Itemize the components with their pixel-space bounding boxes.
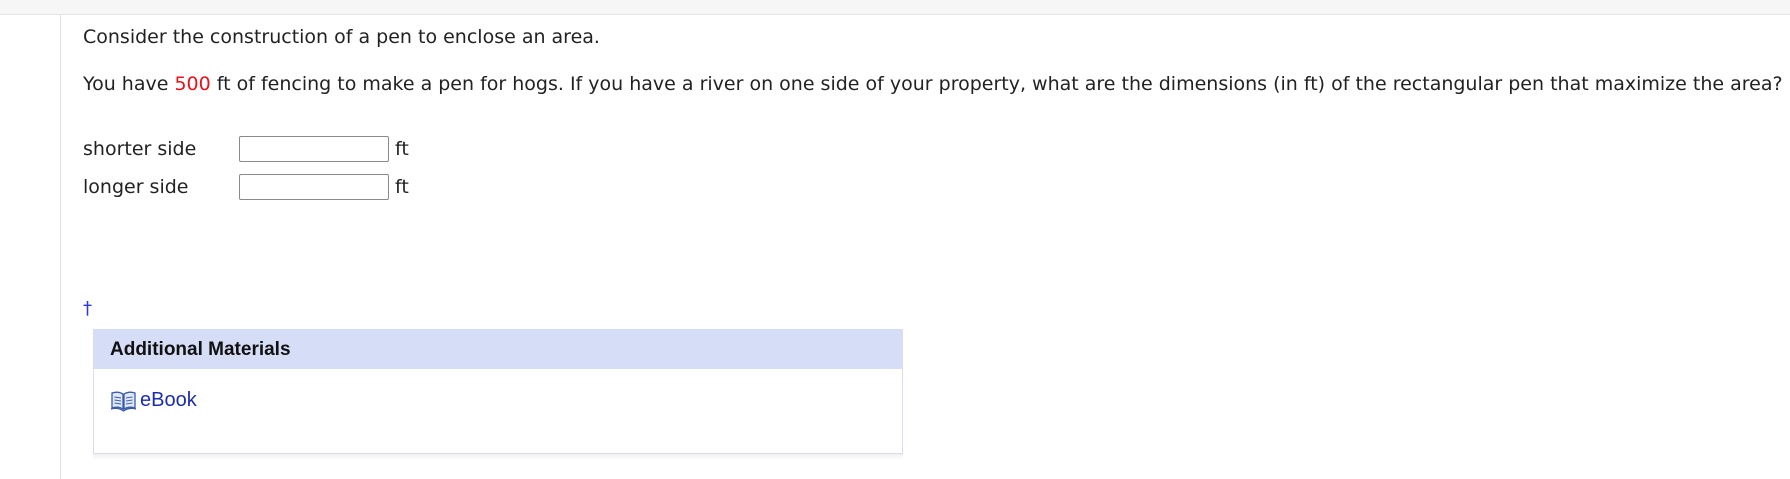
additional-materials-header: Additional Materials (94, 330, 902, 369)
question-text-before: You have (83, 73, 175, 95)
footnote-marker[interactable]: † (83, 295, 92, 322)
question-text-after: ft of fencing to make a pen for hogs. If… (210, 73, 1783, 95)
fencing-amount-value: 500 (174, 73, 211, 95)
ebook-link[interactable]: eBook (140, 387, 197, 414)
shorter-side-unit: ft (395, 137, 409, 160)
additional-materials-panel: Additional Materials eBook (93, 329, 903, 454)
question-intro: Consider the construction of a pen to en… (83, 26, 600, 48)
left-divider (60, 14, 61, 479)
longer-side-unit: ft (395, 175, 409, 198)
book-icon[interactable] (110, 390, 137, 412)
additional-materials-body: eBook (94, 369, 902, 414)
shorter-side-input[interactable] (239, 136, 389, 162)
longer-side-label: longer side (83, 175, 189, 198)
shorter-side-label: shorter side (83, 137, 197, 160)
answer-row-longer-side: longer side ft (83, 171, 409, 203)
longer-side-input[interactable] (239, 174, 389, 200)
question-text: You have 500 ft of fencing to make a pen… (83, 71, 1790, 98)
panel-shadow (93, 454, 903, 460)
answer-row-shorter-side: shorter side ft (83, 133, 409, 165)
top-strip (0, 0, 1790, 15)
